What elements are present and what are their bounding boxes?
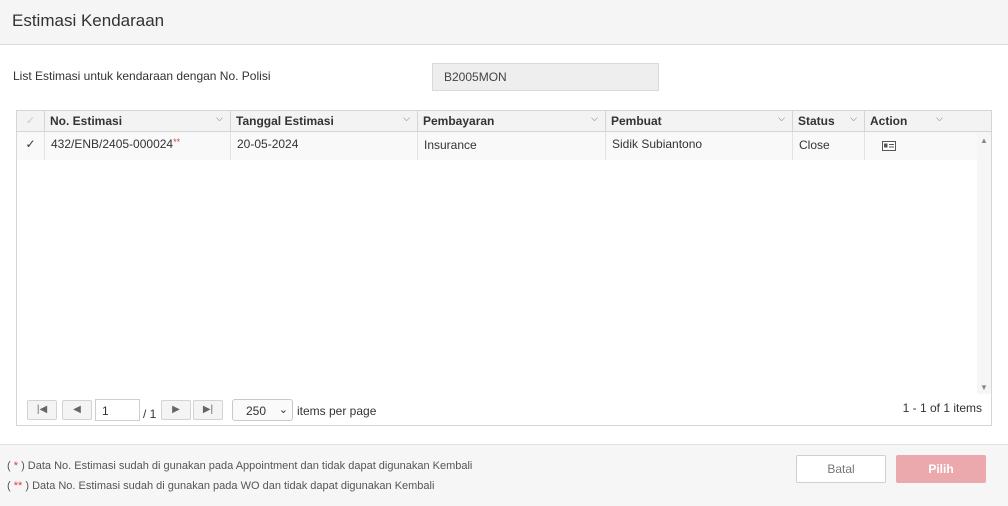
note-appointment: ( * ) Data No. Estimasi sudah di gunakan…: [7, 460, 472, 472]
row-checkbox[interactable]: ✓: [17, 132, 45, 160]
cell-status: Close: [793, 132, 865, 160]
plate-label: List Estimasi untuk kendaraan dengan No.…: [13, 69, 271, 83]
scroll-up-icon[interactable]: ▲: [980, 136, 988, 145]
estimation-number: 432/ENB/2405-000024: [51, 137, 174, 151]
dialog-footer: ( * ) Data No. Estimasi sudah di gunakan…: [0, 444, 1008, 506]
chevron-down-icon: ⌄: [278, 404, 288, 416]
note-paren: (: [7, 480, 14, 492]
select-button[interactable]: Pilih: [896, 455, 986, 483]
page-size-value: 250: [246, 404, 267, 418]
estimation-grid: ✓ No. Estimasi ⌵ Tanggal Estimasi ⌵ Pemb…: [16, 110, 992, 426]
column-label: Pembayaran: [423, 114, 495, 128]
note-text: ) Data No. Estimasi sudah di gunakan pad…: [18, 460, 473, 472]
dialog-title: Estimasi Kendaraan: [12, 11, 165, 30]
cell-no-estimasi: 432/ENB/2405-000024**: [45, 132, 231, 160]
dialog-header: Estimasi Kendaraan: [0, 0, 1008, 45]
cancel-button[interactable]: Batal: [796, 455, 886, 483]
pager: |◀ ◀ 1 / 1 ▶ ▶| 250 ⌄ items per page 1 -…: [17, 394, 991, 425]
column-header-status[interactable]: Status ⌵: [793, 111, 865, 131]
column-header-pembuat[interactable]: Pembuat ⌵: [606, 111, 793, 131]
prev-page-button[interactable]: ◀: [62, 400, 92, 420]
chevron-down-icon[interactable]: ⌵: [403, 113, 410, 124]
column-label: Action: [870, 114, 908, 128]
chevron-down-icon[interactable]: ⌵: [778, 113, 785, 124]
note-text: ) Data No. Estimasi sudah di gunakan pad…: [22, 480, 435, 492]
column-header-tanggal[interactable]: Tanggal Estimasi ⌵: [231, 111, 418, 131]
column-header-pembayaran[interactable]: Pembayaran ⌵: [418, 111, 606, 131]
cell-action: [865, 132, 977, 160]
chevron-down-icon[interactable]: ⌵: [850, 113, 857, 124]
cell-tanggal: 20-05-2024: [231, 132, 418, 160]
column-label: Tanggal Estimasi: [236, 114, 334, 128]
column-header-action[interactable]: Action ⌵: [865, 111, 991, 131]
used-in-wo-marker: **: [173, 137, 181, 147]
select-all-checkbox[interactable]: ✓: [17, 111, 45, 131]
column-label: Pembuat: [611, 114, 662, 128]
scroll-down-icon[interactable]: ▼: [980, 383, 988, 392]
page-size-select[interactable]: 250 ⌄: [232, 399, 293, 421]
column-label: Status: [798, 114, 835, 128]
cell-pembuat: Sidik Subiantono: [606, 132, 793, 160]
pager-info: 1 - 1 of 1 items: [902, 401, 982, 415]
table-row[interactable]: ✓ 432/ENB/2405-000024** 20-05-2024 Insur…: [17, 132, 977, 160]
grid-header: ✓ No. Estimasi ⌵ Tanggal Estimasi ⌵ Pemb…: [17, 111, 991, 132]
chevron-down-icon[interactable]: ⌵: [216, 113, 223, 124]
vertical-scrollbar[interactable]: ▲ ▼: [977, 132, 991, 394]
next-page-button[interactable]: ▶: [161, 400, 191, 420]
id-card-icon[interactable]: [882, 141, 896, 151]
first-page-button[interactable]: |◀: [27, 400, 57, 420]
page-number-input[interactable]: 1: [95, 399, 140, 421]
column-header-no-estimasi[interactable]: No. Estimasi ⌵: [45, 111, 231, 131]
chevron-down-icon[interactable]: ⌵: [591, 113, 598, 124]
items-per-page-label: items per page: [297, 404, 377, 418]
cell-pembayaran: Insurance: [418, 132, 606, 160]
plate-number-field: B2005MON: [432, 63, 659, 91]
page-count: / 1: [143, 407, 157, 421]
note-paren: (: [7, 460, 14, 472]
column-label: No. Estimasi: [50, 114, 123, 128]
note-marker: **: [13, 480, 23, 492]
last-page-button[interactable]: ▶|: [193, 400, 223, 420]
chevron-down-icon[interactable]: ⌵: [936, 113, 943, 124]
note-wo: ( ** ) Data No. Estimasi sudah di gunaka…: [7, 480, 434, 492]
